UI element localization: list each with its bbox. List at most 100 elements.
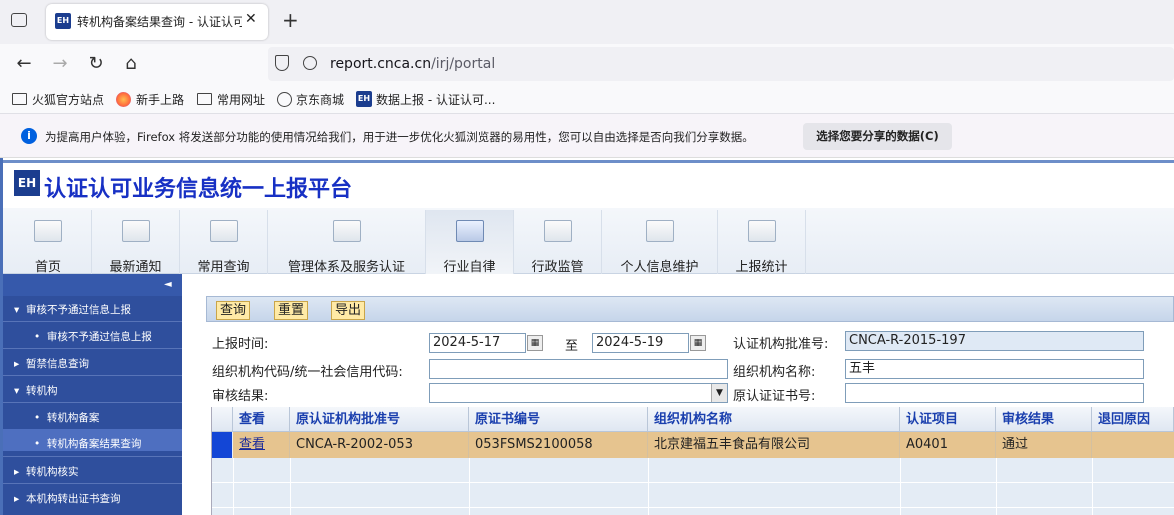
menu-industry-self-discipline[interactable]: 行业自律 xyxy=(426,210,514,275)
firefox-icon xyxy=(116,92,131,107)
report-time-label: 上报时间: xyxy=(212,337,269,352)
date-from-input[interactable]: 2024-5-17 xyxy=(429,333,526,353)
menu-management-system[interactable]: 管理体系及服务认证 xyxy=(268,210,426,275)
bookmark-item[interactable]: 火狐官方站点 xyxy=(32,91,104,108)
divider xyxy=(3,321,182,322)
menu-news[interactable]: 最新通知 xyxy=(92,210,180,275)
divider xyxy=(3,402,182,403)
calendar-icon[interactable]: ▦ xyxy=(690,335,706,351)
folder-icon xyxy=(543,220,572,242)
menu-common-query[interactable]: 常用查询 xyxy=(180,210,268,275)
bookmark-favicon-icon: EH xyxy=(356,91,372,107)
lock-insecure-icon[interactable] xyxy=(303,56,317,70)
divider xyxy=(3,483,182,484)
bookmark-item[interactable]: 常用网址 xyxy=(217,91,265,108)
cell-orig-cert-no: 053FSMS2100058 xyxy=(469,432,648,458)
divider xyxy=(3,456,182,457)
empty-row xyxy=(212,508,1174,515)
export-button[interactable]: 导出 xyxy=(331,301,366,320)
sidebar-item-transfer-group[interactable]: ▾ 转机构 xyxy=(14,383,57,398)
sidebar-item-suspension-query[interactable]: ▸ 暂禁信息查询 xyxy=(14,356,89,371)
divider xyxy=(996,457,997,515)
org-code-label: 组织机构代码/统一社会信用代码: xyxy=(212,365,403,380)
cell-audit-result: 通过 xyxy=(996,432,1092,458)
folder-icon xyxy=(645,220,674,242)
divider xyxy=(469,457,470,515)
sidebar-item-transfer-filing[interactable]: • 转机构备案 xyxy=(34,410,99,425)
folder-icon xyxy=(34,220,62,242)
folder-icon xyxy=(209,220,238,242)
query-button[interactable]: 查询 xyxy=(216,301,251,320)
share-data-button[interactable]: 选择您要分享的数据(C) xyxy=(803,123,952,150)
home-icon[interactable]: ⌂ xyxy=(117,50,145,78)
url-text[interactable]: report.cnca.cn/irj/portal xyxy=(330,56,495,72)
sidebar-item-audit-reject-report[interactable]: • 审核不予通过信息上报 xyxy=(34,329,152,344)
new-tab-button[interactable]: + xyxy=(282,8,299,32)
sidebar-item-transfer-result-query[interactable]: • 转机构备案结果查询 xyxy=(34,436,141,451)
reset-button[interactable]: 重置 xyxy=(274,301,309,320)
divider xyxy=(1092,457,1093,515)
bookmark-item[interactable]: 京东商城 xyxy=(296,91,344,108)
org-name-input[interactable]: 五丰 xyxy=(845,359,1144,379)
calendar-icon[interactable]: ▦ xyxy=(527,335,543,351)
tab-list-icon[interactable] xyxy=(11,13,27,27)
column-header[interactable]: 退回原因 xyxy=(1092,407,1174,432)
folder-icon xyxy=(747,220,776,242)
row-selector[interactable] xyxy=(212,432,232,458)
cell-cert-item: A0401 xyxy=(900,432,996,458)
view-link[interactable]: 查看 xyxy=(233,432,290,458)
cell-org-name: 北京建福五丰食品有限公司 xyxy=(648,432,900,458)
approval-no-label: 认证机构批准号: xyxy=(733,337,829,352)
audit-result-select[interactable] xyxy=(429,383,728,403)
tab-title: 转机构备案结果查询 - 认证认可… xyxy=(77,15,242,29)
collapse-sidebar-icon[interactable]: ◄ xyxy=(164,279,172,290)
orig-cert-input[interactable] xyxy=(845,383,1144,403)
info-icon: i xyxy=(21,128,37,144)
folder-icon xyxy=(197,93,212,105)
org-name-label: 组织机构名称: xyxy=(733,365,816,380)
audit-result-label: 审核结果: xyxy=(212,389,269,404)
divider xyxy=(3,348,182,349)
menu-admin-supervision[interactable]: 行政监管 xyxy=(514,210,602,275)
cell-orig-approval-no: CNCA-R-2002-053 xyxy=(290,432,469,458)
grid-corner xyxy=(212,407,233,432)
date-to-input[interactable]: 2024-5-19 xyxy=(592,333,689,353)
column-header[interactable]: 原认证机构批准号 xyxy=(290,407,469,432)
column-header[interactable]: 查看 xyxy=(233,407,290,432)
folder-icon xyxy=(12,93,27,105)
to-label: 至 xyxy=(565,339,579,354)
globe-icon xyxy=(277,92,292,107)
sidebar-item-audit-reject-group[interactable]: ▾ 审核不予通过信息上报 xyxy=(14,302,131,317)
app-logo-icon: EH xyxy=(14,170,40,196)
empty-row xyxy=(212,483,1174,508)
bookmark-item[interactable]: 新手上路 xyxy=(136,91,184,108)
sidebar-item-outgoing-cert-query[interactable]: ▸ 本机构转出证书查询 xyxy=(14,491,120,506)
column-header[interactable]: 组织机构名称 xyxy=(648,407,900,432)
open-folder-icon xyxy=(455,220,484,242)
notification-text: 为提高用户体验，Firefox 将发送部分功能的使用情况给我们，用于进一步优化火… xyxy=(45,130,754,144)
folder-icon xyxy=(121,220,150,242)
shield-icon[interactable] xyxy=(275,55,289,71)
reload-icon[interactable]: ↻ xyxy=(82,50,110,78)
menu-home[interactable]: 首页 xyxy=(5,210,92,275)
divider xyxy=(233,457,234,515)
menu-report-stats[interactable]: 上报统计 xyxy=(718,210,806,275)
approval-no-field: CNCA-R-2015-197 xyxy=(845,331,1144,351)
sidebar-header xyxy=(3,274,182,296)
chevron-down-icon[interactable]: ▼ xyxy=(711,384,727,402)
forward-icon[interactable]: → xyxy=(46,50,74,78)
org-code-input[interactable] xyxy=(429,359,728,379)
divider xyxy=(900,457,901,515)
sidebar-item-transfer-verify[interactable]: ▸ 转机构核实 xyxy=(14,464,78,479)
bookmark-item[interactable]: 数据上报 - 认证认可... xyxy=(376,91,495,108)
column-header[interactable]: 审核结果 xyxy=(996,407,1092,432)
column-header[interactable]: 认证项目 xyxy=(900,407,996,432)
divider xyxy=(3,375,182,376)
column-header[interactable]: 原证书编号 xyxy=(469,407,648,432)
back-icon[interactable]: ← xyxy=(10,50,38,78)
tab-close-icon[interactable]: ✕ xyxy=(245,11,257,27)
cell-return-reason xyxy=(1092,432,1174,458)
tab-favicon-icon: EH xyxy=(55,13,71,29)
menu-personal-info[interactable]: 个人信息维护 xyxy=(602,210,718,275)
divider xyxy=(290,457,291,515)
